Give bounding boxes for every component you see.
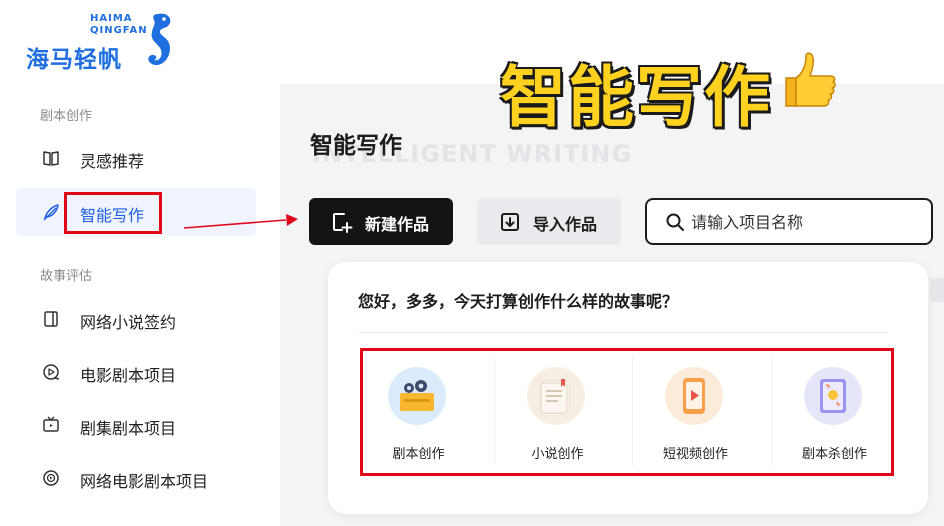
greeting-text: 您好，多多，今天打算创作什么样的故事呢？ — [358, 292, 679, 311]
sidebar-item-label: 灵感推荐 — [80, 152, 145, 171]
film-reel-icon — [43, 364, 60, 380]
brand-logo[interactable]: HAIMA QINGFAN 海马轻帆 — [26, 10, 176, 74]
sidebar-item-label: 剧集剧本项目 — [80, 419, 177, 438]
highlight-box-options — [360, 348, 894, 476]
section-title-evaluation: 故事评估 — [40, 269, 93, 284]
book-icon — [44, 311, 58, 327]
sidebar-item-movie-script[interactable]: 电影剧本项目 — [16, 348, 256, 396]
section-title-script: 剧本创作 — [40, 109, 93, 124]
quill-pen-icon — [43, 204, 59, 221]
card-divider — [358, 332, 888, 333]
sidebar-item-web-movie-script[interactable]: 网络电影剧本项目 — [16, 454, 256, 502]
search-input[interactable] — [691, 208, 921, 236]
highlight-box-nav — [64, 192, 162, 234]
page-title: 智能写作 — [310, 133, 402, 159]
plus-square-icon — [333, 213, 353, 233]
overlay-banner-text: 智能写作 — [500, 59, 772, 136]
new-work-label: 新建作品 — [365, 215, 430, 234]
sidebar-item-label: 网络电影剧本项目 — [80, 472, 209, 491]
logo-en-line1: HAIMA — [90, 13, 133, 24]
import-work-label: 导入作品 — [533, 215, 598, 234]
sidebar-item-label: 网络小说签约 — [80, 313, 177, 332]
annotation-arrow — [183, 214, 298, 229]
play-circle-icon — [43, 470, 59, 486]
sidebar-item-label: 电影剧本项目 — [80, 366, 177, 385]
logo-cn-name: 海马轻帆 — [26, 47, 122, 73]
import-icon — [501, 213, 519, 231]
import-work-button[interactable]: 导入作品 — [477, 198, 621, 245]
project-search — [645, 198, 933, 245]
sidebar-item-web-novel[interactable]: 网络小说签约 — [16, 295, 256, 343]
sidebar-item-inspiration[interactable]: 灵感推荐 — [16, 134, 256, 182]
tv-icon — [43, 416, 59, 432]
seahorse-icon — [148, 13, 171, 66]
thumbs-up-icon — [785, 52, 836, 107]
sidebar-item-series-script[interactable]: 剧集剧本项目 — [16, 401, 256, 449]
book-open-icon — [43, 151, 59, 166]
new-work-button[interactable]: 新建作品 — [309, 198, 453, 245]
card-backdrop-edge — [930, 278, 944, 302]
search-icon — [666, 213, 684, 231]
